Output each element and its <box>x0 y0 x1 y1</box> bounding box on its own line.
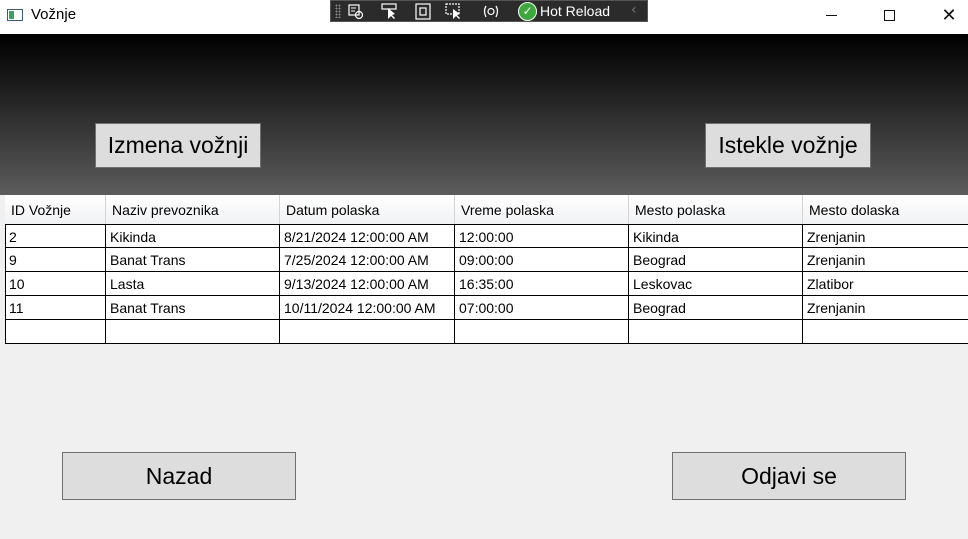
table-row[interactable]: 11 Banat Trans 10/11/2024 12:00:00 AM 07… <box>5 296 968 320</box>
cell-carrier[interactable]: Lasta <box>106 272 280 295</box>
cell-departure-place[interactable]: Kikinda <box>629 225 803 248</box>
cell-departure-place[interactable]: Beograd <box>629 248 803 271</box>
cell-carrier[interactable] <box>106 320 280 343</box>
header-panel <box>0 34 968 195</box>
cell-id[interactable]: 9 <box>5 248 106 271</box>
column-header-id[interactable]: ID Vožnje <box>5 195 106 224</box>
hot-reload-label[interactable]: Hot Reload <box>540 3 610 19</box>
cell-departure-date[interactable]: 10/11/2024 12:00:00 AM <box>280 296 455 319</box>
check-circle-icon: ✓ <box>518 2 537 21</box>
grid-header-row: ID Vožnje Naziv prevoznika Datum polaska… <box>5 195 968 225</box>
column-header-departure-date[interactable]: Datum polaska <box>280 195 455 224</box>
cell-departure-time[interactable]: 16:35:00 <box>455 272 629 295</box>
close-icon: ✕ <box>941 4 957 26</box>
xaml-debug-toolbar: ✓ Hot Reload ‹ <box>330 0 648 22</box>
column-header-departure-place[interactable]: Mesto polaska <box>629 195 803 224</box>
cell-departure-date[interactable] <box>280 320 455 343</box>
app-window-icon <box>7 9 23 21</box>
cell-arrival-place[interactable]: Zrenjanin <box>803 225 968 248</box>
table-row[interactable]: 9 Banat Trans 7/25/2024 12:00:00 AM 09:0… <box>5 248 968 272</box>
cell-carrier[interactable]: Banat Trans <box>106 248 280 271</box>
cell-departure-time[interactable]: 12:00:00 <box>455 225 629 248</box>
cell-arrival-place[interactable]: Zrenjanin <box>803 296 968 319</box>
maximize-button[interactable] <box>866 0 912 30</box>
chevron-left-icon[interactable]: ‹ <box>631 2 637 18</box>
cell-departure-date[interactable]: 8/21/2024 12:00:00 AM <box>280 225 455 248</box>
cell-id[interactable]: 10 <box>5 272 106 295</box>
nazad-button[interactable]: Nazad <box>62 452 296 500</box>
istekle-voznje-button[interactable]: Istekle vožnje <box>705 123 871 168</box>
cell-id[interactable]: 2 <box>5 225 106 248</box>
layout-adorner-icon[interactable] <box>414 3 432 20</box>
cell-departure-date[interactable]: 7/25/2024 12:00:00 AM <box>280 248 455 271</box>
cell-arrival-place[interactable]: Zrenjanin <box>803 248 968 271</box>
cell-arrival-place[interactable]: Zlatibor <box>803 272 968 295</box>
toolbar-grip-icon[interactable] <box>335 4 341 18</box>
cell-departure-time[interactable]: 07:00:00 <box>455 296 629 319</box>
cell-departure-time[interactable] <box>455 320 629 343</box>
select-element-icon[interactable] <box>347 3 365 20</box>
table-row[interactable]: 10 Lasta 9/13/2024 12:00:00 AM 16:35:00 … <box>5 272 968 296</box>
cell-arrival-place[interactable] <box>803 320 968 343</box>
title-bar: Vožnje ✓ Hot Reload ‹ ✕ <box>0 0 968 34</box>
track-focus-icon[interactable] <box>445 3 463 20</box>
rides-data-grid[interactable]: ID Vožnje Naziv prevoznika Datum polaska… <box>5 195 968 344</box>
minimize-button[interactable] <box>808 0 854 30</box>
izmena-voznji-button[interactable]: Izmena vožnji <box>95 123 261 168</box>
odjavi-se-button[interactable]: Odjavi se <box>672 452 906 500</box>
cell-id[interactable]: 11 <box>5 296 106 319</box>
table-row-new[interactable] <box>5 320 968 344</box>
cell-departure-time[interactable]: 09:00:00 <box>455 248 629 271</box>
column-header-arrival-place[interactable]: Mesto dolaska <box>803 195 968 224</box>
minimize-icon <box>825 14 837 16</box>
binding-failures-icon[interactable] <box>482 3 500 20</box>
column-header-carrier[interactable]: Naziv prevoznika <box>106 195 280 224</box>
cell-departure-place[interactable]: Beograd <box>629 296 803 319</box>
close-button[interactable]: ✕ <box>926 0 968 30</box>
window-title: Vožnje <box>31 6 77 23</box>
cell-departure-place[interactable]: Leskovac <box>629 272 803 295</box>
pointer-select-icon[interactable] <box>381 3 399 20</box>
table-row[interactable]: 2 Kikinda 8/21/2024 12:00:00 AM 12:00:00… <box>5 224 968 248</box>
cell-carrier[interactable]: Kikinda <box>106 225 280 248</box>
maximize-icon <box>883 9 895 21</box>
cell-departure-place[interactable] <box>629 320 803 343</box>
cell-carrier[interactable]: Banat Trans <box>106 296 280 319</box>
cell-departure-date[interactable]: 9/13/2024 12:00:00 AM <box>280 272 455 295</box>
column-header-departure-time[interactable]: Vreme polaska <box>455 195 629 224</box>
cell-id[interactable] <box>5 320 106 343</box>
